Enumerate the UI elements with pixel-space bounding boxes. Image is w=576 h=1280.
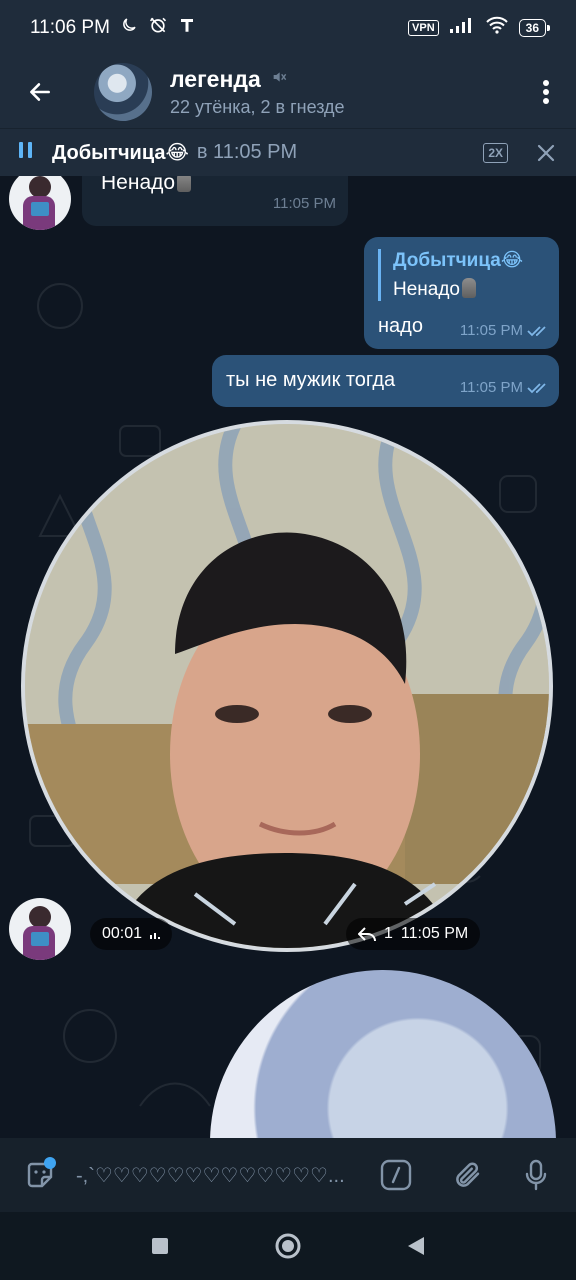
incoming-message-bubble[interactable]: Ненадо 11:05 PM <box>82 176 348 226</box>
double-check-icon <box>527 382 546 393</box>
outgoing-message-bubble[interactable]: ты не мужик тогда 11:05 PM <box>212 355 559 407</box>
round-video-message[interactable] <box>21 420 553 952</box>
mute-icon <box>271 69 287 90</box>
double-check-icon <box>527 325 546 336</box>
sender-avatar[interactable] <box>9 898 71 960</box>
arrow-left-icon <box>30 83 50 101</box>
chat-title: легенда <box>170 66 261 92</box>
chat-area[interactable]: Ненадо 11:05 PM Добытчица😂 Ненадо надо 1… <box>0 176 576 1138</box>
incoming-message-text: Ненадо <box>101 176 192 195</box>
triangle-back-icon <box>408 1237 424 1255</box>
playback-speed-button[interactable]: 2X <box>483 142 508 163</box>
player-time: в 11:05 PM <box>196 141 298 163</box>
message-time: 11:05 PM <box>272 195 336 212</box>
outgoing-message-bubble[interactable]: Добытчица😂 Ненадо надо 11:05 PM <box>364 237 559 349</box>
vpn-badge: VPN <box>408 20 439 36</box>
voice-record-button[interactable] <box>516 1155 556 1195</box>
attach-button[interactable] <box>448 1155 488 1195</box>
signal-icon <box>449 16 475 40</box>
circle-icon <box>275 1233 301 1259</box>
back-button[interactable] <box>0 56 80 128</box>
close-icon <box>537 144 555 161</box>
chat-avatar[interactable] <box>94 63 152 121</box>
slash-command-icon <box>380 1159 412 1191</box>
close-player-button[interactable] <box>534 141 558 165</box>
reply-arrow-icon <box>358 927 376 941</box>
reply-quote[interactable]: Добытчица😂 Ненадо <box>378 249 523 301</box>
home-button[interactable] <box>270 1228 306 1264</box>
video-frame <box>25 424 549 948</box>
moai-emoji-icon <box>177 176 192 192</box>
message-input-bar: -,`♡♡♡♡♡♡♡♡♡♡♡♡♡... <box>0 1138 576 1212</box>
outgoing-message-text: ты не мужик тогда <box>226 369 396 391</box>
muted-audio-icon <box>150 933 161 939</box>
more-vertical-icon <box>543 80 549 104</box>
chat-subtitle: 22 утёнка, 2 в гнезде <box>170 97 345 117</box>
message-input[interactable]: -,`♡♡♡♡♡♡♡♡♡♡♡♡♡... <box>76 1163 356 1188</box>
pause-button[interactable] <box>18 140 34 165</box>
reply-text: Ненадо <box>393 278 523 301</box>
wifi-icon <box>485 16 509 40</box>
status-bar: 11:06 PM VPN 36 <box>0 0 576 56</box>
pause-icon <box>19 142 32 158</box>
recents-button[interactable] <box>142 1228 178 1264</box>
more-menu-button[interactable] <box>516 56 576 128</box>
microphone-icon <box>525 1159 547 1191</box>
message-time-status: 11:05 PM <box>460 379 549 396</box>
reply-count[interactable]: 1 <box>384 925 393 943</box>
video-meta: 1 11:05 PM <box>346 918 481 950</box>
notification-dot <box>44 1157 56 1169</box>
back-nav-button[interactable] <box>398 1228 434 1264</box>
status-time: 11:06 PM <box>30 17 110 38</box>
outgoing-message-text: надо <box>378 315 423 337</box>
video-duration: 00:01 <box>90 918 173 950</box>
player-title[interactable]: Добытчица😂 <box>52 140 189 165</box>
chat-info[interactable]: легенда 22 утёнка, 2 в гнезде <box>170 66 516 118</box>
moon-icon <box>120 16 138 40</box>
paperclip-icon <box>456 1162 480 1187</box>
t-icon <box>178 16 196 40</box>
sticker-button[interactable] <box>20 1155 60 1195</box>
message-time: 11:05 PM <box>400 925 469 942</box>
moai-emoji-icon <box>462 278 477 298</box>
chat-header: легенда 22 утёнка, 2 в гнезде <box>0 56 576 128</box>
audio-player-bar: Добытчица😂 в 11:05 PM 2X <box>0 128 576 176</box>
message-time-status: 11:05 PM <box>460 322 549 339</box>
square-icon <box>152 1238 168 1254</box>
battery-icon: 36 <box>518 19 551 37</box>
command-button[interactable] <box>376 1155 416 1195</box>
system-nav-bar <box>0 1212 576 1280</box>
reply-sender-name: Добытчица😂 <box>393 250 524 271</box>
alarm-off-icon <box>148 15 168 41</box>
